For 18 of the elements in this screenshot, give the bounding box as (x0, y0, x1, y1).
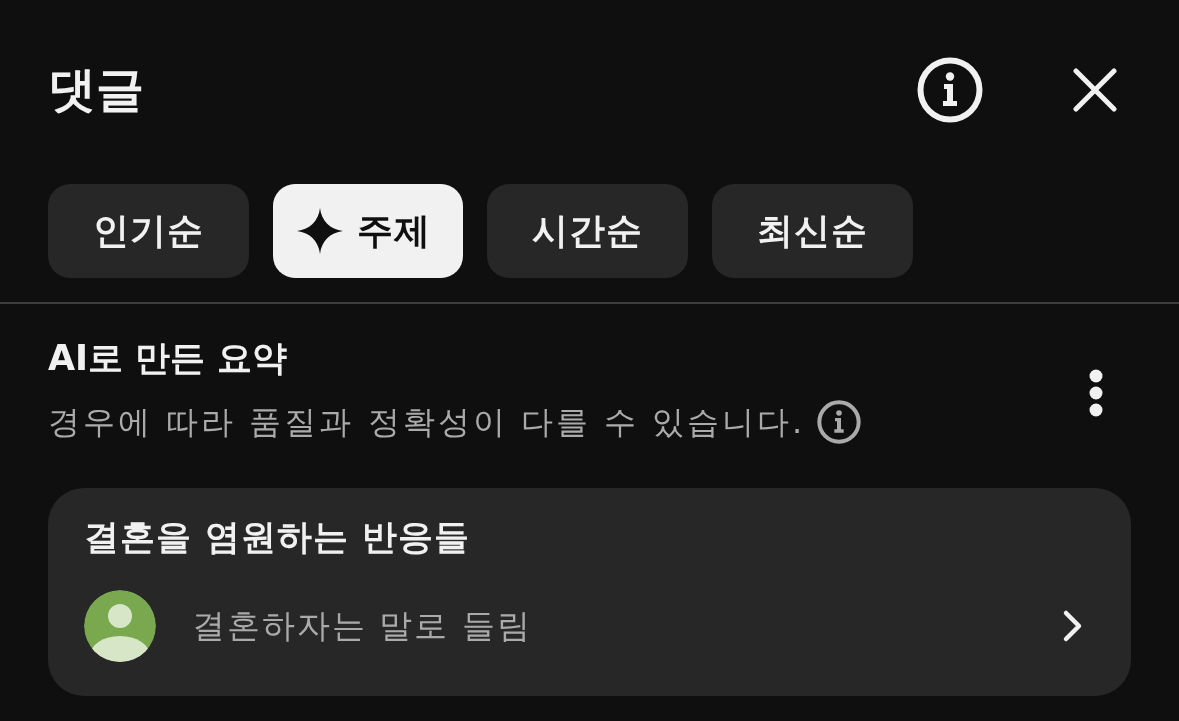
sort-tab[interactable]: 최신순 (712, 184, 913, 278)
close-icon (1073, 68, 1117, 112)
sort-tab[interactable]: 시간순 (487, 184, 688, 278)
topic-title: 결혼을 염원하는 반응들 (84, 516, 472, 559)
sort-tab[interactable]: 주제 (273, 184, 463, 278)
close-button[interactable] (1073, 68, 1117, 112)
summary-title: AI로 만든 요약 (48, 337, 289, 380)
sparkle-icon (297, 208, 343, 254)
summary-note: 경우에 따라 품질과 정확성이 다를 수 있습니다. (48, 402, 806, 443)
more-button[interactable] (1088, 369, 1104, 417)
sort-tab[interactable]: 인기순 (48, 184, 249, 278)
info-button[interactable] (917, 57, 983, 123)
comment-preview[interactable]: 결혼하자는 말로 들림 (192, 601, 532, 651)
panel-title: 댓글 (48, 61, 144, 119)
info-icon[interactable] (817, 400, 862, 444)
avatar-icon (84, 590, 156, 662)
info-icon (917, 57, 983, 123)
more-icon (1088, 369, 1104, 417)
